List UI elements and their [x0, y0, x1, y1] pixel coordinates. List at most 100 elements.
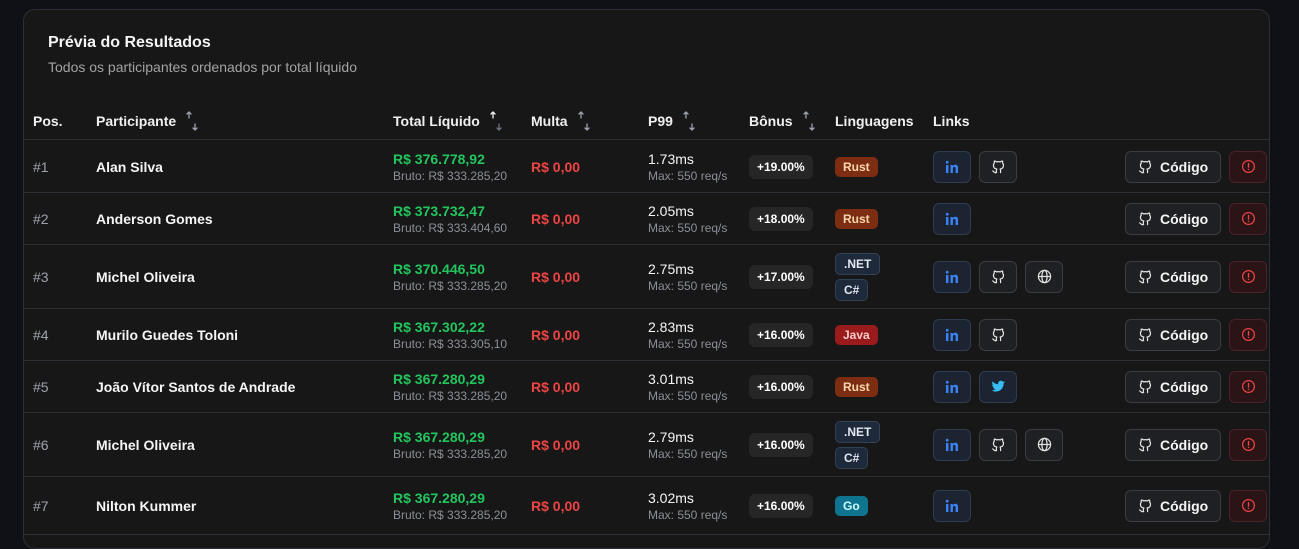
github-link-button[interactable] [979, 318, 1017, 351]
column-header-p99[interactable]: P99 [648, 102, 695, 140]
code-button[interactable]: Código [1125, 260, 1222, 293]
p99-cell: 2.79ms Max: 550 req/s [648, 413, 727, 476]
actions-cell: Código [1125, 477, 1268, 534]
language-badge: C# [835, 278, 869, 301]
linkedin-link-button[interactable] [933, 318, 971, 351]
participant-name: João Vítor Santos de Andrade [96, 378, 296, 395]
participant-name: Nilton Kummer [96, 497, 197, 514]
bonus-badge: +19.00% [749, 154, 813, 179]
column-header-total[interactable]: Total Líquido [393, 102, 502, 140]
max-rps: Max: 550 req/s [648, 278, 728, 293]
bonus-cell: +16.00% [749, 477, 813, 534]
column-label: P99 [648, 113, 673, 129]
bruto-value: Bruto: R$ 333.285,20 [393, 388, 508, 403]
table-header: Pos. Participante Total Líquido Multa P9… [24, 102, 1269, 140]
github-link-button[interactable] [979, 150, 1017, 183]
bonus-badge: +16.00% [749, 493, 813, 518]
total-liquido: R$ 367.280,29 Bruto: R$ 333.285,20 [393, 477, 507, 534]
report-button[interactable] [1229, 202, 1268, 235]
column-header-pos: Pos. [33, 102, 63, 140]
alert-icon [1241, 498, 1256, 513]
position: #7 [33, 497, 49, 514]
globe-link-button[interactable] [1025, 428, 1063, 461]
alert-icon [1241, 437, 1256, 452]
participant-name: Michel Oliveira [96, 268, 195, 285]
linkedin-icon [945, 270, 959, 284]
languages-cell: Rust [835, 193, 878, 244]
column-header-multa[interactable]: Multa [531, 102, 590, 140]
total-value: R$ 367.280,29 [393, 489, 485, 506]
p99-cell: 3.02ms Max: 550 req/s [648, 477, 727, 534]
report-button[interactable] [1229, 318, 1268, 351]
linkedin-link-button[interactable] [933, 370, 971, 403]
report-button[interactable] [1229, 428, 1268, 461]
sort-arrows-icon[interactable] [490, 110, 502, 132]
code-button[interactable]: Código [1125, 489, 1222, 522]
linkedin-link-button[interactable] [933, 202, 971, 235]
p99-cell: 1.73ms Max: 550 req/s [648, 141, 727, 192]
p99-value: 2.05ms [648, 202, 694, 219]
report-button[interactable] [1229, 489, 1268, 522]
languages-cell: .NET C# [835, 413, 881, 476]
bonus-badge: +16.00% [749, 374, 813, 399]
max-rps: Max: 550 req/s [648, 220, 728, 235]
code-button[interactable]: Código [1125, 428, 1222, 461]
globe-link-button[interactable] [1025, 260, 1063, 293]
column-label: Linguagens [835, 113, 914, 129]
report-button[interactable] [1229, 370, 1268, 403]
total-value: R$ 367.280,29 [393, 370, 485, 387]
sort-arrows-icon[interactable] [186, 110, 198, 132]
linkedin-link-button[interactable] [933, 489, 971, 522]
bruto-value: Bruto: R$ 333.404,60 [393, 220, 508, 235]
report-button[interactable] [1229, 150, 1268, 183]
bonus-badge: +18.00% [749, 206, 813, 231]
column-label: Links [933, 113, 970, 129]
linkedin-link-button[interactable] [933, 428, 971, 461]
languages-cell: Rust [835, 141, 878, 192]
links-cell [933, 245, 1063, 308]
bruto-value: Bruto: R$ 333.285,20 [393, 168, 508, 183]
sort-arrows-icon[interactable] [683, 110, 695, 132]
code-button[interactable]: Código [1125, 202, 1222, 235]
report-button[interactable] [1229, 260, 1268, 293]
bruto-value: Bruto: R$ 333.285,20 [393, 446, 508, 461]
languages-cell: Rust [835, 361, 878, 412]
linkedin-link-button[interactable] [933, 260, 971, 293]
twitter-link-button[interactable] [979, 370, 1017, 403]
total-value: R$ 367.280,29 [393, 428, 485, 445]
column-header-bonus[interactable]: Bônus [749, 102, 815, 140]
github-link-button[interactable] [979, 260, 1017, 293]
links-cell [933, 413, 1063, 476]
column-header-langs: Linguagens [835, 102, 914, 140]
code-button[interactable]: Código [1125, 150, 1222, 183]
total-liquido: R$ 373.732,47 Bruto: R$ 333.404,60 [393, 193, 507, 244]
multa-value: R$ 0,00 [531, 436, 581, 453]
table-row: #7 Nilton Kummer R$ 367.280,29 Bruto: R$… [24, 477, 1269, 535]
total-liquido: R$ 367.280,29 Bruto: R$ 333.285,20 [393, 413, 507, 476]
table-body: #1 Alan Silva R$ 376.778,92 Bruto: R$ 33… [24, 141, 1269, 535]
total-liquido: R$ 367.302,22 Bruto: R$ 333.305,10 [393, 309, 507, 360]
github-link-button[interactable] [979, 428, 1017, 461]
github-icon [991, 159, 1006, 174]
total-liquido: R$ 376.778,92 Bruto: R$ 333.285,20 [393, 141, 507, 192]
code-button-label: Código [1160, 378, 1209, 395]
sort-arrows-icon[interactable] [577, 110, 590, 132]
table-row: #3 Michel Oliveira R$ 370.446,50 Bruto: … [24, 245, 1269, 309]
sort-arrows-icon[interactable] [802, 110, 815, 132]
max-rps: Max: 550 req/s [648, 507, 728, 522]
bonus-cell: +17.00% [749, 245, 813, 308]
code-button[interactable]: Código [1125, 318, 1222, 351]
linkedin-icon [945, 380, 959, 394]
code-button[interactable]: Código [1125, 370, 1222, 403]
linkedin-link-button[interactable] [933, 150, 971, 183]
multa-value: R$ 0,00 [531, 158, 581, 175]
column-header-links: Links [933, 102, 970, 140]
max-rps: Max: 550 req/s [648, 388, 728, 403]
column-header-participant[interactable]: Participante [96, 102, 198, 140]
languages-cell: .NET C# [835, 245, 881, 308]
language-badge: Rust [835, 376, 878, 397]
github-icon [991, 269, 1006, 284]
position: #5 [33, 378, 49, 395]
actions-cell: Código [1125, 193, 1268, 244]
github-icon [1139, 160, 1152, 174]
